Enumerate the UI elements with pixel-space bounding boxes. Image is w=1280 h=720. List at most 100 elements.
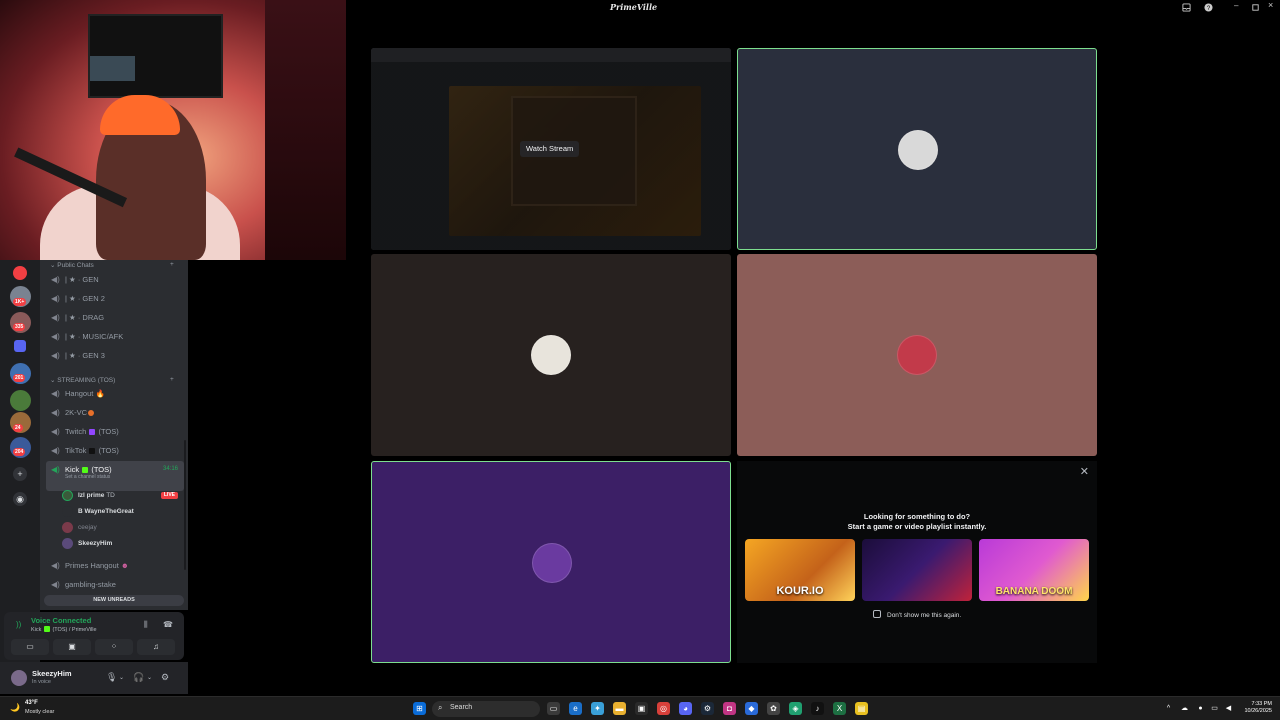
start-icon[interactable]: ⊞ xyxy=(413,702,426,715)
scrollbar[interactable] xyxy=(184,440,186,570)
microphone-icon[interactable]: ● xyxy=(1194,702,1207,715)
tiktok-icon[interactable]: ♪ xyxy=(811,702,824,715)
steam-icon[interactable]: ⚙ xyxy=(701,702,714,715)
voice-member[interactable]: ceejay xyxy=(62,520,184,535)
watch-stream-button[interactable]: Watch Stream xyxy=(520,141,580,157)
microphone-icon[interactable]: 🎙 xyxy=(106,672,117,683)
app-icon[interactable]: ◈ xyxy=(789,702,802,715)
category-public-chats[interactable]: ⌄ Public Chats + xyxy=(50,261,174,269)
speaker-icon: ◀) xyxy=(51,294,60,303)
basketball-icon xyxy=(88,410,95,416)
excel-icon[interactable]: X xyxy=(833,702,846,715)
call-timer: 34:16 xyxy=(162,466,178,472)
category-streaming[interactable]: ⌄ STREAMING (TOS) + xyxy=(50,376,174,384)
search-box[interactable]: ⌕ Search xyxy=(432,701,540,717)
voice-member[interactable]: SkeezyHim xyxy=(62,536,184,551)
minimize-icon[interactable]: – xyxy=(1234,1,1243,10)
voice-status[interactable]: Voice Connected xyxy=(31,616,91,625)
voice-channel[interactable]: ◀) TikTok (TOS) xyxy=(46,442,184,459)
headphones-icon[interactable]: 🎧 xyxy=(133,672,144,683)
network-icon[interactable]: ▭ xyxy=(1208,702,1221,715)
close-icon[interactable]: ✕ xyxy=(1080,465,1089,478)
participant-tile[interactable] xyxy=(737,254,1097,456)
voice-channel[interactable]: ◀) Hangout 🔥 xyxy=(46,385,184,402)
server-icon[interactable] xyxy=(10,390,31,411)
gear-icon[interactable]: ⚙ xyxy=(161,672,169,683)
new-unreads-pill[interactable]: NEW UNREADS xyxy=(44,595,184,606)
checkbox[interactable] xyxy=(873,610,881,618)
chrome-icon[interactable]: ◎ xyxy=(657,702,670,715)
folder-icon[interactable] xyxy=(14,340,26,352)
chatgpt-icon[interactable]: ✿ xyxy=(767,702,780,715)
taskbar: 🌙 43°F Mostly clear ⊞ ⌕ Search ▭ e ✦ ▬ ▣… xyxy=(0,696,1280,720)
voice-member[interactable]: lzl prime TD LIVE xyxy=(62,488,184,503)
dont-show-checkbox[interactable]: Don't show me this again. xyxy=(873,610,961,619)
avatar xyxy=(898,130,938,170)
inbox-icon[interactable] xyxy=(1182,3,1191,12)
app-icon[interactable]: ◆ xyxy=(745,702,758,715)
copilot-icon[interactable]: ✦ xyxy=(591,702,604,715)
game-card[interactable]: KOUR.IO xyxy=(745,539,855,601)
voice-channel[interactable]: ◀) | ★ · GEN xyxy=(46,271,184,288)
add-server-icon[interactable]: + xyxy=(13,467,27,481)
username[interactable]: SkeezyHim xyxy=(32,669,72,678)
window-title: PrimeVille xyxy=(610,2,658,12)
voice-channel[interactable]: ◀) Twitch (TOS) xyxy=(46,423,184,440)
participant-tile[interactable] xyxy=(737,48,1097,250)
camera-button[interactable]: ▭ xyxy=(11,639,49,655)
voice-channel-kick-active[interactable]: ◀) Kick (TOS) 34:16 Set a channel status xyxy=(46,461,184,491)
game-card[interactable]: BANANA DOOM xyxy=(979,539,1089,601)
sticky-notes-icon[interactable]: ▤ xyxy=(855,702,868,715)
avatar[interactable] xyxy=(11,670,27,686)
discord-icon[interactable]: ◕ xyxy=(679,702,692,715)
chevron-down-icon[interactable]: ⌄ xyxy=(147,674,152,681)
activity-heading: Looking for something to do? xyxy=(863,512,971,521)
voice-channel[interactable]: ◀) gambling-stake xyxy=(46,576,184,593)
disconnect-icon[interactable]: ☎ xyxy=(163,620,173,629)
speaker-icon: ◀) xyxy=(51,408,60,417)
cloud-icon[interactable]: ☁ xyxy=(1178,702,1191,715)
voice-channel[interactable]: ◀) | ★ · MUSIC/AFK xyxy=(46,328,184,345)
file-explorer-icon[interactable]: ▬ xyxy=(613,702,626,715)
chevron-down-icon[interactable]: ⌄ xyxy=(119,674,124,681)
volume-icon[interactable]: ◀ xyxy=(1222,702,1235,715)
soundboard-button[interactable]: ♫ xyxy=(137,639,175,655)
avatar xyxy=(897,335,937,375)
voice-channel[interactable]: ◀) 2K-VC xyxy=(46,404,184,421)
server-icon[interactable] xyxy=(13,266,27,280)
voice-member[interactable]: B WayneTheGreat xyxy=(62,504,184,519)
live-badge: LIVE xyxy=(160,492,178,499)
devil-icon: ☻ xyxy=(120,561,129,570)
maximize-icon[interactable] xyxy=(1251,3,1260,12)
participant-tile[interactable] xyxy=(371,461,731,663)
participant-tile[interactable] xyxy=(371,254,731,456)
avatar xyxy=(62,506,73,517)
add-channel-icon[interactable]: + xyxy=(170,376,174,383)
noise-suppression-icon[interactable]: ⫼ xyxy=(144,620,148,630)
instagram-icon[interactable]: ◘ xyxy=(723,702,736,715)
chevron-up-icon[interactable]: ^ xyxy=(1162,702,1175,715)
voice-channel[interactable]: ◀) Primes Hangout ☻ xyxy=(46,557,184,574)
speaker-icon: ◀) xyxy=(51,427,60,436)
channel-list: ⌄ Public Chats + ◀) | ★ · GEN ◀) | ★ · GEN… xyxy=(40,260,188,610)
clock[interactable]: 7:33 PM 10/26/2025 xyxy=(1236,701,1272,715)
avatar xyxy=(62,522,73,533)
channel-status[interactable]: Set a channel status xyxy=(65,473,110,481)
user-status: In voice xyxy=(32,679,51,685)
game-card[interactable] xyxy=(862,539,972,601)
edge-icon[interactable]: e xyxy=(569,702,582,715)
activities-button[interactable]: ⁘ xyxy=(95,639,133,655)
voice-channel[interactable]: ◀) | ★ · GEN 3 xyxy=(46,347,184,364)
stream-tile[interactable]: Watch Stream xyxy=(371,48,731,250)
voice-channel[interactable]: ◀) | ★ · DRAG xyxy=(46,309,184,326)
discover-icon[interactable]: ◉ xyxy=(13,492,27,506)
help-icon[interactable]: ? xyxy=(1204,3,1213,12)
task-view-icon[interactable]: ▭ xyxy=(547,702,560,715)
weather-icon[interactable]: 🌙 xyxy=(8,701,22,714)
store-icon[interactable]: ▣ xyxy=(635,702,648,715)
share-screen-button[interactable]: ▣ xyxy=(53,639,91,655)
avatar xyxy=(62,490,73,501)
add-channel-icon[interactable]: + xyxy=(170,261,174,268)
close-window-icon[interactable]: × xyxy=(1268,0,1277,10)
voice-channel[interactable]: ◀) | ★ · GEN 2 xyxy=(46,290,184,307)
